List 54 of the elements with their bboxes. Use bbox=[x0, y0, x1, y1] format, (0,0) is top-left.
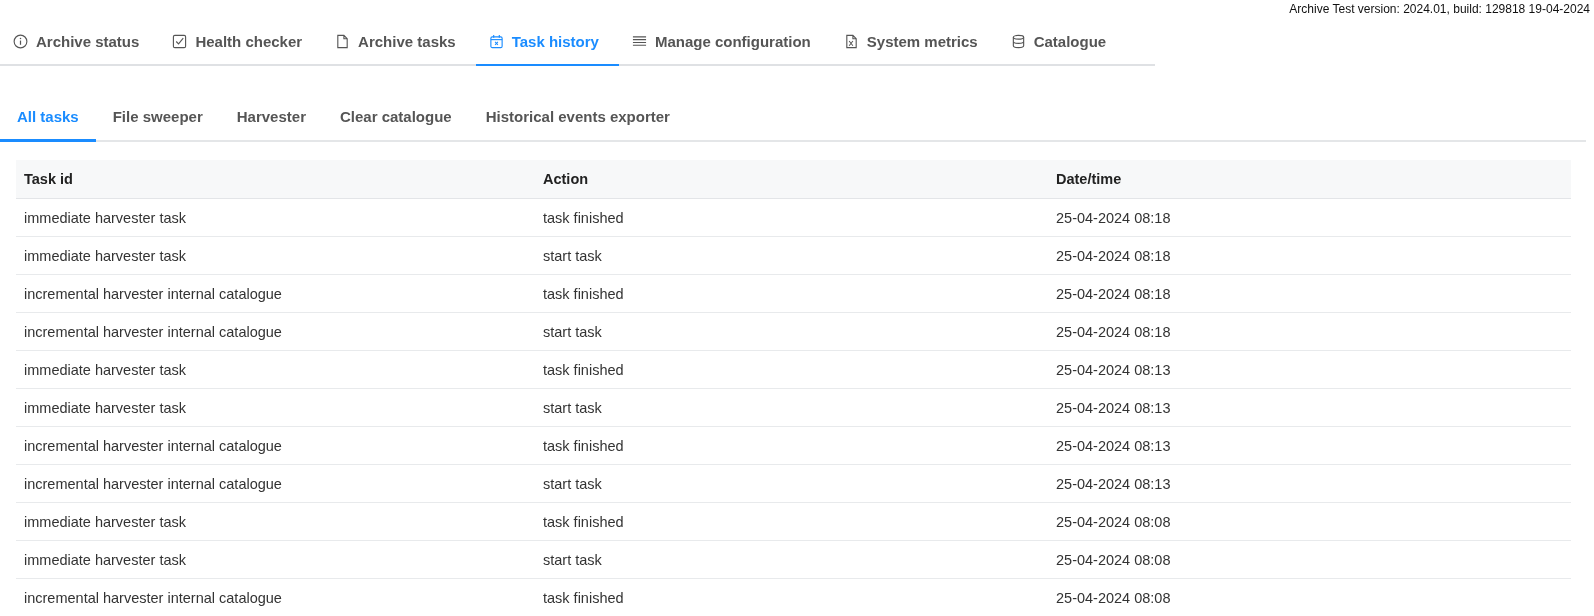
table-cell: 25-04-2024 08:13 bbox=[1048, 388, 1571, 427]
database-icon bbox=[1010, 33, 1026, 49]
main-tab[interactable]: Archive status bbox=[0, 18, 160, 66]
table-cell: 25-04-2024 08:18 bbox=[1048, 198, 1571, 237]
list-icon bbox=[631, 33, 647, 49]
spreadsheet-file-icon bbox=[843, 33, 859, 49]
main-tab[interactable]: System metrics bbox=[830, 18, 998, 66]
table-cell: incremental harvester internal catalogue bbox=[16, 578, 535, 616]
table-cell: start task bbox=[535, 236, 1048, 275]
table-cell: task finished bbox=[535, 426, 1048, 465]
sub-tab[interactable]: Clear catalogue bbox=[322, 94, 469, 142]
table-cell: start task bbox=[535, 464, 1048, 503]
table-cell: 25-04-2024 08:13 bbox=[1048, 350, 1571, 389]
main-tab[interactable]: Archive tasks bbox=[322, 18, 476, 66]
table-cell: 25-04-2024 08:13 bbox=[1048, 426, 1571, 465]
version-info: Archive Test version: 2024.01, build: 129818 19-04-2024 bbox=[1289, 2, 1590, 18]
table-cell: immediate harvester task bbox=[16, 540, 535, 579]
file-icon bbox=[335, 33, 351, 49]
table-cell: immediate harvester task bbox=[16, 388, 535, 427]
table-cell: task finished bbox=[535, 578, 1048, 616]
table-cell: start task bbox=[535, 540, 1048, 579]
table-cell: task finished bbox=[535, 502, 1048, 541]
table-cell: immediate harvester task bbox=[16, 502, 535, 541]
table-cell: start task bbox=[535, 312, 1048, 351]
table-cell: incremental harvester internal catalogue bbox=[16, 464, 535, 503]
calendar-icon bbox=[488, 33, 504, 49]
table-cell: incremental harvester internal catalogue bbox=[16, 426, 535, 465]
column-header: Date/time bbox=[1048, 160, 1571, 199]
checkbox-icon bbox=[172, 33, 188, 49]
table-cell: 25-04-2024 08:18 bbox=[1048, 236, 1571, 275]
table-cell: immediate harvester task bbox=[16, 350, 535, 389]
main-tab[interactable]: Health checker bbox=[159, 18, 323, 66]
table-cell: immediate harvester task bbox=[16, 236, 535, 275]
column-header: Task id bbox=[16, 160, 535, 199]
table-cell: 25-04-2024 08:08 bbox=[1048, 578, 1571, 616]
main-tab[interactable]: Manage configuration bbox=[618, 18, 831, 66]
table-cell: task finished bbox=[535, 274, 1048, 313]
table-cell: start task bbox=[535, 388, 1048, 427]
table-cell: task finished bbox=[535, 198, 1048, 237]
sub-tab[interactable]: Harvester bbox=[219, 94, 323, 142]
table-cell: incremental harvester internal catalogue bbox=[16, 312, 535, 351]
table-cell: 25-04-2024 08:13 bbox=[1048, 464, 1571, 503]
table-cell: incremental harvester internal catalogue bbox=[16, 274, 535, 313]
table-cell: immediate harvester task bbox=[16, 198, 535, 237]
table-cell: task finished bbox=[535, 350, 1048, 389]
table-cell: 25-04-2024 08:18 bbox=[1048, 312, 1571, 351]
table-cell: 25-04-2024 08:08 bbox=[1048, 540, 1571, 579]
table-cell: 25-04-2024 08:18 bbox=[1048, 274, 1571, 313]
sub-tab[interactable]: Historical events exporter bbox=[468, 94, 687, 142]
table-cell: 25-04-2024 08:08 bbox=[1048, 502, 1571, 541]
main-tab[interactable]: Catalogue bbox=[997, 18, 1127, 66]
info-icon bbox=[13, 33, 28, 49]
sub-tab[interactable]: File sweeper bbox=[95, 94, 220, 142]
column-header: Action bbox=[535, 160, 1048, 199]
